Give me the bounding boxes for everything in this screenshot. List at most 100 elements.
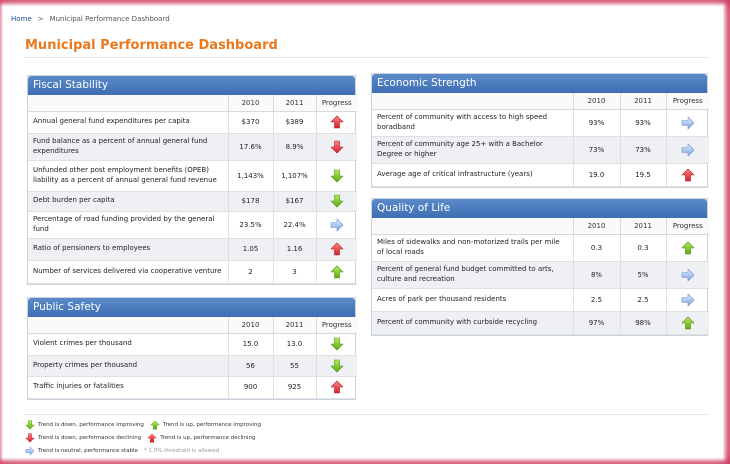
value-2010: 93% — [573, 109, 621, 137]
progress-cell — [316, 191, 357, 212]
breadcrumb: Home > Municipal Performance Dashboard — [11, 15, 170, 23]
value-2011: 5% — [620, 261, 667, 289]
value-2010: 0.3 — [573, 234, 621, 262]
legend-label: Trend is up, performance declining — [160, 434, 256, 441]
table-row: Ratio of pensioners to employees 1.05 1.16 — [28, 238, 357, 261]
down-arrow-red-icon — [25, 433, 35, 443]
legend-threshold-note: * 1.0% threshold is allowed — [143, 447, 220, 454]
value-2010: 23.5% — [228, 211, 274, 239]
legend-item-down-good: Trend is down, performance improving — [25, 420, 144, 430]
fiscal-table: 2010 2011 Progress Annual general fund e… — [28, 95, 357, 284]
metric-label: Violent crimes per thousand — [28, 333, 229, 356]
right-arrow-blue-icon — [681, 143, 695, 157]
value-2011: $389 — [273, 111, 317, 134]
metric-label: Fund balance as a percent of annual gene… — [28, 133, 229, 161]
value-2011: 98% — [620, 311, 667, 335]
table-row: Percentage of road funding provided by t… — [28, 211, 357, 239]
table-row: Percent of community age 25+ with a Bach… — [372, 136, 709, 164]
metric-label: Ratio of pensioners to employees — [28, 238, 229, 261]
progress-cell — [666, 288, 709, 312]
metric-label: Percent of community with access to high… — [372, 109, 574, 137]
legend-label: Trend is neutral, performance stable — [38, 447, 138, 454]
value-2010: 56 — [228, 355, 274, 377]
header-progress: Progress — [316, 95, 357, 112]
metric-label: Annual general fund expenditures per cap… — [28, 111, 229, 134]
metric-label: Percent of community age 25+ with a Bach… — [372, 136, 574, 164]
title-divider — [25, 57, 709, 58]
value-2010: 8% — [573, 261, 621, 289]
progress-cell — [316, 133, 357, 161]
fiscal-stability-panel: Fiscal Stability 2010 2011 Progress Annu… — [27, 75, 357, 285]
value-2011: 1.16 — [273, 238, 317, 261]
up-arrow-green-icon — [330, 265, 344, 279]
table-row: Number of services delivered via coopera… — [28, 260, 357, 284]
progress-cell — [316, 211, 357, 239]
header-blank — [372, 93, 574, 110]
metric-label: Property crimes per thousand — [28, 355, 229, 377]
header-2011: 2011 — [620, 218, 667, 235]
legend-label: Trend is down, performance declining — [38, 434, 142, 441]
header-2010: 2010 — [228, 317, 274, 334]
table-row: Acres of park per thousand residents 2.5 2… — [372, 288, 709, 312]
progress-cell — [666, 136, 709, 164]
legend: Trend is down, performance improving Tre… — [25, 418, 267, 457]
progress-cell — [316, 376, 357, 399]
metric-label: Miles of sidewalks and non-motorized tra… — [372, 234, 574, 262]
header-blank — [28, 317, 229, 334]
up-arrow-red-icon — [147, 433, 157, 443]
breadcrumb-separator: > — [37, 15, 44, 23]
up-arrow-green-icon — [681, 316, 695, 330]
header-blank — [372, 218, 574, 235]
panel-title: Economic Strength — [372, 74, 707, 93]
value-2010: 73% — [573, 136, 621, 164]
legend-label: Trend is up, performance improving — [162, 421, 261, 428]
table-row: Violent crimes per thousand 15.0 13.0 — [28, 333, 357, 356]
header-2011: 2011 — [273, 317, 317, 334]
table-row: Miles of sidewalks and non-motorized tra… — [372, 234, 709, 262]
header-progress: Progress — [316, 317, 357, 334]
value-2011: 55 — [273, 355, 317, 377]
value-2010: 1.05 — [228, 238, 274, 261]
table-row: Property crimes per thousand 56 55 — [28, 355, 357, 377]
quality-of-life-panel: Quality of Life 2010 2011 Progress Miles… — [371, 198, 709, 336]
progress-cell — [316, 238, 357, 261]
metric-label: Average age of critical infrastructure (… — [372, 163, 574, 187]
progress-cell — [666, 261, 709, 289]
metric-label: Percent of general fund budget committed… — [372, 261, 574, 289]
table-row: Traffic injuries or fatalities 900 925 — [28, 376, 357, 399]
right-arrow-blue-icon — [25, 446, 35, 456]
metric-label: Percentage of road funding provided by t… — [28, 211, 229, 239]
progress-cell — [666, 311, 709, 335]
panel-title: Public Safety — [28, 298, 355, 317]
table-row: Percent of general fund budget committed… — [372, 261, 709, 289]
header-2010: 2010 — [228, 95, 274, 112]
value-2010: 2.5 — [573, 288, 621, 312]
legend-item-neutral: Trend is neutral, performance stable — [25, 446, 138, 456]
header-2010: 2010 — [573, 93, 621, 110]
metric-label: Traffic injuries or fatalities — [28, 376, 229, 399]
breadcrumb-home-link[interactable]: Home — [11, 15, 32, 23]
economic-strength-panel: Economic Strength 2010 2011 Progress Per… — [371, 73, 709, 188]
header-blank — [28, 95, 229, 112]
panel-title: Quality of Life — [372, 199, 707, 218]
value-2011: 0.3 — [620, 234, 667, 262]
up-arrow-red-icon — [330, 115, 344, 129]
value-2011: 93% — [620, 109, 667, 137]
legend-item-down-bad: Trend is down, performance declining — [25, 433, 141, 443]
legend-item-up-good: Trend is up, performance improving — [150, 420, 261, 430]
down-arrow-green-icon — [330, 169, 344, 183]
table-row: Debt burden per capita $178 $167 — [28, 191, 357, 212]
value-2011: 925 — [273, 376, 317, 399]
down-arrow-green-icon — [25, 420, 35, 430]
value-2011: 8.9% — [273, 133, 317, 161]
right-arrow-blue-icon — [681, 293, 695, 307]
public-safety-panel: Public Safety 2010 2011 Progress Violent… — [27, 297, 357, 400]
progress-cell — [316, 160, 357, 192]
legend-item-up-bad: Trend is up, performance declining — [147, 433, 256, 443]
value-2011: $167 — [273, 191, 317, 212]
value-2011: 22.4% — [273, 211, 317, 239]
value-2011: 3 — [273, 260, 317, 284]
economic-table: 2010 2011 Progress Percent of community … — [372, 93, 709, 187]
metric-label: Percent of community with curbside recyc… — [372, 311, 574, 335]
table-row: Percent of community with access to high… — [372, 109, 709, 137]
